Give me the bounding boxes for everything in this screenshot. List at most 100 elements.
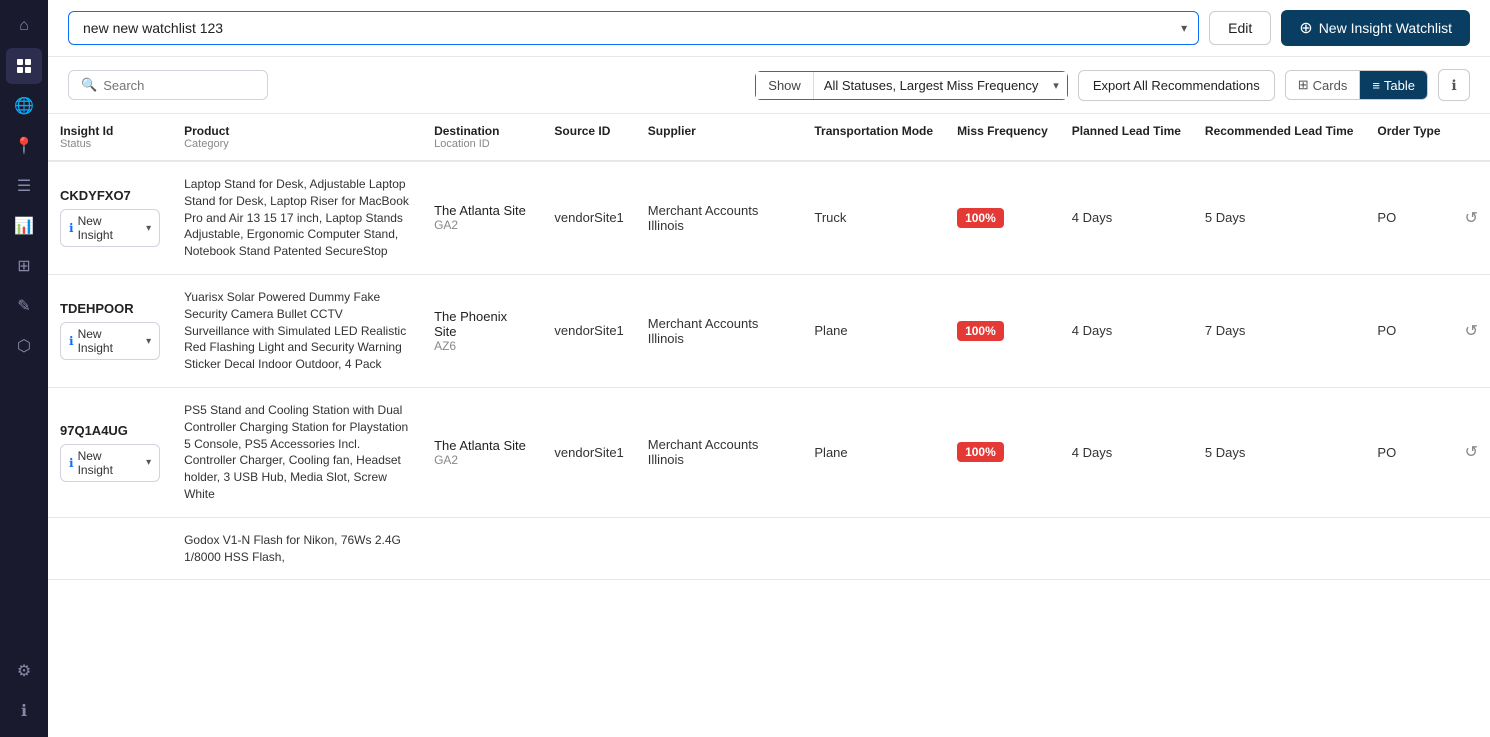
list-icon[interactable]: ☰ [6, 168, 42, 204]
cell-transport-2: Plane [802, 387, 945, 517]
table-container: Insight Id Status Product Category Desti… [48, 114, 1490, 737]
table-row: CKDYFXO7 ℹ New Insight ▾ Laptop Stand fo… [48, 161, 1490, 274]
cell-order-0: PO [1365, 161, 1452, 274]
table-icon: ≡ [1372, 78, 1380, 93]
cell-source-3 [542, 517, 635, 580]
col-planned-lead: Planned Lead Time [1060, 114, 1193, 161]
status-chevron-icon: ▾ [146, 336, 151, 347]
cell-action-1: ↺ [1453, 274, 1490, 387]
search-input[interactable] [103, 78, 253, 93]
table-view-button[interactable]: ≡ Table [1360, 71, 1427, 99]
status-info-icon: ℹ [69, 221, 74, 235]
cell-supplier-2: Merchant Accounts Illinois [636, 387, 803, 517]
pin-icon[interactable]: 📍 [6, 128, 42, 164]
table-row: TDEHPOOR ℹ New Insight ▾ Yuarisx Solar P… [48, 274, 1490, 387]
filter-select[interactable]: All Statuses, Largest Miss Frequency [814, 72, 1067, 99]
info-button[interactable]: ℹ [1438, 69, 1470, 101]
show-label: Show [756, 72, 814, 99]
cell-action-0: ↺ [1453, 161, 1490, 274]
pen-icon[interactable]: ✎ [6, 288, 42, 324]
cell-miss-0: 100% [945, 161, 1060, 274]
insights-icon[interactable] [6, 48, 42, 84]
status-label: New Insight [78, 449, 139, 477]
chart-icon[interactable]: 📊 [6, 208, 42, 244]
info-icon[interactable]: ℹ [6, 693, 42, 729]
col-source-id: Source ID [542, 114, 635, 161]
grid-icon[interactable]: ⊞ [6, 248, 42, 284]
cell-miss-2: 100% [945, 387, 1060, 517]
watchlist-select-wrapper[interactable]: new new watchlist 123 ▾ [68, 11, 1199, 45]
cell-destination-1: The Phoenix Site AZ6 [422, 274, 542, 387]
miss-badge-1: 100% [957, 321, 1004, 341]
col-product: Product Category [172, 114, 422, 161]
view-toggle: ⊞ Cards ≡ Table [1285, 70, 1428, 100]
cell-rec-1: 7 Days [1193, 274, 1366, 387]
home-icon[interactable]: ⌂ [6, 8, 42, 44]
status-dropdown-1[interactable]: ℹ New Insight ▾ [60, 322, 160, 360]
status-info-icon: ℹ [69, 334, 74, 348]
table-row: 97Q1A4UG ℹ New Insight ▾ PS5 Stand and C… [48, 387, 1490, 517]
cell-planned-0: 4 Days [1060, 161, 1193, 274]
cell-supplier-3 [636, 517, 803, 580]
col-insight-id: Insight Id Status [48, 114, 172, 161]
plus-circle-icon: ⊕ [1299, 18, 1312, 38]
cube-icon[interactable]: ⬡ [6, 328, 42, 364]
col-supplier: Supplier [636, 114, 803, 161]
cell-product-1: Yuarisx Solar Powered Dummy Fake Securit… [172, 274, 422, 387]
cell-transport-1: Plane [802, 274, 945, 387]
status-dropdown-2[interactable]: ℹ New Insight ▾ [60, 444, 160, 482]
col-order-type: Order Type [1365, 114, 1452, 161]
cell-order-1: PO [1365, 274, 1452, 387]
cell-insight-id-1: TDEHPOOR ℹ New Insight ▾ [48, 274, 172, 387]
insights-table: Insight Id Status Product Category Desti… [48, 114, 1490, 580]
miss-badge-0: 100% [957, 208, 1004, 228]
cell-rec-3 [1193, 517, 1366, 580]
col-miss-freq: Miss Frequency [945, 114, 1060, 161]
cell-source-2: vendorSite1 [542, 387, 635, 517]
globe-icon[interactable]: 🌐 [6, 88, 42, 124]
cell-insight-id-3 [48, 517, 172, 580]
cell-planned-2: 4 Days [1060, 387, 1193, 517]
cell-destination-0: The Atlanta Site GA2 [422, 161, 542, 274]
cell-order-2: PO [1365, 387, 1452, 517]
status-dropdown-0[interactable]: ℹ New Insight ▾ [60, 209, 160, 247]
table-header-row: Insight Id Status Product Category Desti… [48, 114, 1490, 161]
search-icon: 🔍 [81, 77, 97, 93]
status-label: New Insight [78, 327, 139, 355]
watchlist-select[interactable]: new new watchlist 123 [68, 11, 1199, 45]
topbar: new new watchlist 123 ▾ Edit ⊕ New Insig… [48, 0, 1490, 57]
cell-insight-id-0: CKDYFXO7 ℹ New Insight ▾ [48, 161, 172, 274]
cell-rec-0: 5 Days [1193, 161, 1366, 274]
cell-supplier-1: Merchant Accounts Illinois [636, 274, 803, 387]
miss-badge-2: 100% [957, 442, 1004, 462]
table-row: Godox V1-N Flash for Nikon, 76Ws 2.4G 1/… [48, 517, 1490, 580]
col-actions [1453, 114, 1490, 161]
cell-product-3: Godox V1-N Flash for Nikon, 76Ws 2.4G 1/… [172, 517, 422, 580]
new-insight-watchlist-button[interactable]: ⊕ New Insight Watchlist [1281, 10, 1470, 46]
show-filter[interactable]: Show All Statuses, Largest Miss Frequenc… [755, 71, 1068, 100]
toolbar: 🔍 Show All Statuses, Largest Miss Freque… [48, 57, 1490, 114]
cell-transport-3 [802, 517, 945, 580]
sidebar: ⌂ 🌐 📍 ☰ 📊 ⊞ ✎ ⬡ ⚙ ℹ [0, 0, 48, 737]
status-label: New Insight [78, 214, 139, 242]
refresh-icon-1[interactable]: ↺ [1465, 323, 1478, 340]
col-transport: Transportation Mode [802, 114, 945, 161]
search-box[interactable]: 🔍 [68, 70, 268, 100]
refresh-icon-2[interactable]: ↺ [1465, 444, 1478, 461]
cell-supplier-0: Merchant Accounts Illinois [636, 161, 803, 274]
cell-order-3 [1365, 517, 1452, 580]
cell-source-1: vendorSite1 [542, 274, 635, 387]
cell-source-0: vendorSite1 [542, 161, 635, 274]
cell-miss-3 [945, 517, 1060, 580]
refresh-icon-0[interactable]: ↺ [1465, 210, 1478, 227]
settings-icon[interactable]: ⚙ [6, 653, 42, 689]
cards-icon: ⊞ [1298, 77, 1309, 93]
edit-button[interactable]: Edit [1209, 11, 1271, 45]
cell-insight-id-2: 97Q1A4UG ℹ New Insight ▾ [48, 387, 172, 517]
cell-product-2: PS5 Stand and Cooling Station with Dual … [172, 387, 422, 517]
cell-planned-1: 4 Days [1060, 274, 1193, 387]
cell-miss-1: 100% [945, 274, 1060, 387]
cards-view-button[interactable]: ⊞ Cards [1286, 71, 1361, 99]
cell-action-2: ↺ [1453, 387, 1490, 517]
export-button[interactable]: Export All Recommendations [1078, 70, 1275, 101]
